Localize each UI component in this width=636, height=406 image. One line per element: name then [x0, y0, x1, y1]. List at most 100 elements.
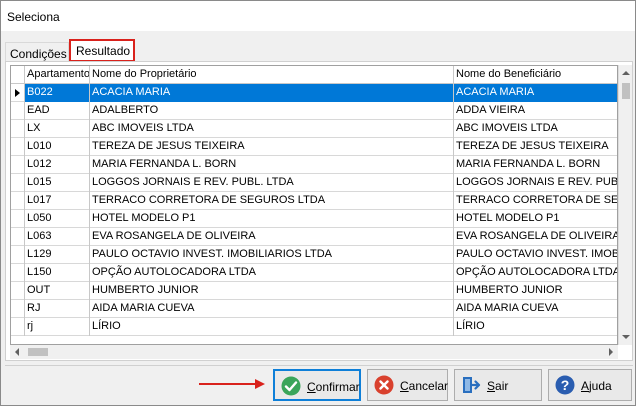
row-indicator[interactable]: [11, 84, 25, 102]
cell-beneficiario[interactable]: ADDA VIEIRA: [454, 102, 617, 120]
row-indicator[interactable]: [11, 300, 25, 318]
cell-beneficiario[interactable]: TERRACO CORRETORA DE SEGU: [454, 192, 617, 210]
table-row[interactable]: L050 HOTEL MODELO P1 HOTEL MODELO P1: [11, 210, 617, 228]
cell-beneficiario[interactable]: PAULO OCTAVIO INVEST. IMOBIL: [454, 246, 617, 264]
table-row[interactable]: RJ AIDA MARIA CUEVA AIDA MARIA CUEVA: [11, 300, 617, 318]
row-indicator[interactable]: [11, 210, 25, 228]
horizontal-scroll-thumb[interactable]: [28, 348, 48, 356]
scroll-left-icon[interactable]: [15, 348, 19, 356]
horizontal-scrollbar[interactable]: [10, 345, 618, 359]
cell-proprietario[interactable]: LOGGOS JORNAIS E REV. PUBL. LTDA: [90, 174, 454, 192]
current-row-arrow-icon: [15, 89, 20, 97]
question-icon: ?: [555, 375, 575, 395]
results-grid[interactable]: Apartamento Nome do Proprietário Nome do…: [10, 65, 618, 345]
table-row[interactable]: LX ABC IMOVEIS LTDA ABC IMOVEIS LTDA: [11, 120, 617, 138]
cell-apartamento[interactable]: L050: [25, 210, 90, 228]
cell-apartamento[interactable]: rj: [25, 318, 90, 336]
cell-beneficiario[interactable]: MARIA FERNANDA L. BORN: [454, 156, 617, 174]
help-label: Ajuda: [581, 379, 612, 393]
exit-label: Sair: [487, 379, 509, 393]
confirm-label: Confirmar: [307, 380, 360, 394]
cell-beneficiario[interactable]: EVA ROSANGELA DE OLIVEIRA: [454, 228, 617, 246]
scroll-down-icon[interactable]: [622, 335, 630, 339]
table-row[interactable]: L150 OPÇÃO AUTOLOCADORA LTDA OPÇÃO AUTOLOC…: [11, 264, 617, 282]
column-header-apartamento[interactable]: Apartamento: [25, 66, 90, 84]
cell-beneficiario[interactable]: HUMBERTO JUNIOR: [454, 282, 617, 300]
help-button[interactable]: ? Ajuda: [548, 369, 632, 401]
table-row[interactable]: L010 TEREZA DE JESUS TEIXEIRA TEREZA DE JE…: [11, 138, 617, 156]
row-indicator[interactable]: [11, 264, 25, 282]
table-row[interactable]: L017 TERRACO CORRETORA DE SEGUROS LTDA TER…: [11, 192, 617, 210]
row-indicator[interactable]: [11, 138, 25, 156]
cancel-label: Cancelar: [400, 379, 449, 393]
row-indicator[interactable]: [11, 228, 25, 246]
vertical-scroll-thumb[interactable]: [622, 83, 630, 99]
cell-apartamento[interactable]: LX: [25, 120, 90, 138]
cell-beneficiario[interactable]: ABC IMOVEIS LTDA: [454, 120, 617, 138]
scroll-right-icon[interactable]: [609, 348, 613, 356]
selection-dialog: Seleciona Condições Resultado Apartament…: [0, 0, 636, 406]
cell-beneficiario[interactable]: HOTEL MODELO P1: [454, 210, 617, 228]
cell-proprietario[interactable]: OPÇÃO AUTOLOCADORA LTDA: [90, 264, 454, 282]
cell-apartamento[interactable]: OUT: [25, 282, 90, 300]
cell-apartamento[interactable]: L129: [25, 246, 90, 264]
table-row[interactable]: L129 PAULO OCTAVIO INVEST. IMOBILIARIOS L…: [11, 246, 617, 264]
cell-beneficiario[interactable]: TEREZA DE JESUS TEIXEIRA: [454, 138, 617, 156]
title-bar: Seleciona: [1, 1, 635, 31]
table-row[interactable]: rj LÍRIO LÍRIO: [11, 318, 617, 336]
cell-apartamento[interactable]: L017: [25, 192, 90, 210]
cell-proprietario[interactable]: HUMBERTO JUNIOR: [90, 282, 454, 300]
table-row[interactable]: L012 MARIA FERNANDA L. BORN MARIA FERNANDA…: [11, 156, 617, 174]
cell-proprietario[interactable]: TEREZA DE JESUS TEIXEIRA: [90, 138, 454, 156]
check-icon: [281, 376, 301, 396]
exit-button[interactable]: Sair: [454, 369, 542, 401]
cell-apartamento[interactable]: L012: [25, 156, 90, 174]
cell-proprietario[interactable]: EVA ROSANGELA DE OLIVEIRA: [90, 228, 454, 246]
cell-apartamento[interactable]: L063: [25, 228, 90, 246]
cell-apartamento[interactable]: B022: [25, 84, 90, 102]
cell-beneficiario[interactable]: LÍRIO: [454, 318, 617, 336]
column-header-beneficiario[interactable]: Nome do Beneficiário: [454, 66, 617, 84]
cell-proprietario[interactable]: MARIA FERNANDA L. BORN: [90, 156, 454, 174]
cell-proprietario[interactable]: ADALBERTO: [90, 102, 454, 120]
cell-proprietario[interactable]: PAULO OCTAVIO INVEST. IMOBILIARIOS LTDA: [90, 246, 454, 264]
table-row[interactable]: L015 LOGGOS JORNAIS E REV. PUBL. LTDA LOGG…: [11, 174, 617, 192]
table-row[interactable]: OUT HUMBERTO JUNIOR HUMBERTO JUNIOR: [11, 282, 617, 300]
row-indicator[interactable]: [11, 246, 25, 264]
column-header-proprietario[interactable]: Nome do Proprietário: [90, 66, 454, 84]
row-indicator[interactable]: [11, 192, 25, 210]
cell-beneficiario[interactable]: OPÇÃO AUTOLOCADORA LTDA: [454, 264, 617, 282]
cell-proprietario[interactable]: HOTEL MODELO P1: [90, 210, 454, 228]
cell-beneficiario[interactable]: ACACIA MARIA: [454, 84, 617, 102]
cell-beneficiario[interactable]: LOGGOS JORNAIS E REV. PUBL: [454, 174, 617, 192]
row-indicator[interactable]: [11, 318, 25, 336]
vertical-scrollbar[interactable]: [618, 65, 632, 345]
cell-apartamento[interactable]: EAD: [25, 102, 90, 120]
cell-apartamento[interactable]: L015: [25, 174, 90, 192]
cancel-button[interactable]: Cancelar: [367, 369, 448, 401]
x-icon: [374, 375, 394, 395]
cell-apartamento[interactable]: RJ: [25, 300, 90, 318]
scroll-up-icon[interactable]: [622, 71, 630, 75]
cell-apartamento[interactable]: L010: [25, 138, 90, 156]
row-indicator[interactable]: [11, 282, 25, 300]
cell-proprietario[interactable]: TERRACO CORRETORA DE SEGUROS LTDA: [90, 192, 454, 210]
cell-proprietario[interactable]: ABC IMOVEIS LTDA: [90, 120, 454, 138]
cell-proprietario[interactable]: ACACIA MARIA: [90, 84, 454, 102]
row-indicator[interactable]: [11, 174, 25, 192]
cell-proprietario[interactable]: LÍRIO: [90, 318, 454, 336]
table-row[interactable]: L063 EVA ROSANGELA DE OLIVEIRA EVA ROSANGE…: [11, 228, 617, 246]
table-row[interactable]: EAD ADALBERTO ADDA VIEIRA: [11, 102, 617, 120]
confirm-button[interactable]: Confirmar: [273, 369, 361, 401]
row-indicator-header: [11, 66, 25, 84]
cell-apartamento[interactable]: L150: [25, 264, 90, 282]
tab-resultado[interactable]: Resultado: [69, 39, 135, 62]
cell-beneficiario[interactable]: AIDA MARIA CUEVA: [454, 300, 617, 318]
cell-proprietario[interactable]: AIDA MARIA CUEVA: [90, 300, 454, 318]
row-indicator[interactable]: [11, 120, 25, 138]
tab-condicoes[interactable]: Condições: [5, 42, 69, 62]
table-row[interactable]: B022 ACACIA MARIA ACACIA MARIA: [11, 84, 617, 102]
row-indicator[interactable]: [11, 102, 25, 120]
row-indicator[interactable]: [11, 156, 25, 174]
grid-header: Apartamento Nome do Proprietário Nome do…: [11, 66, 617, 84]
